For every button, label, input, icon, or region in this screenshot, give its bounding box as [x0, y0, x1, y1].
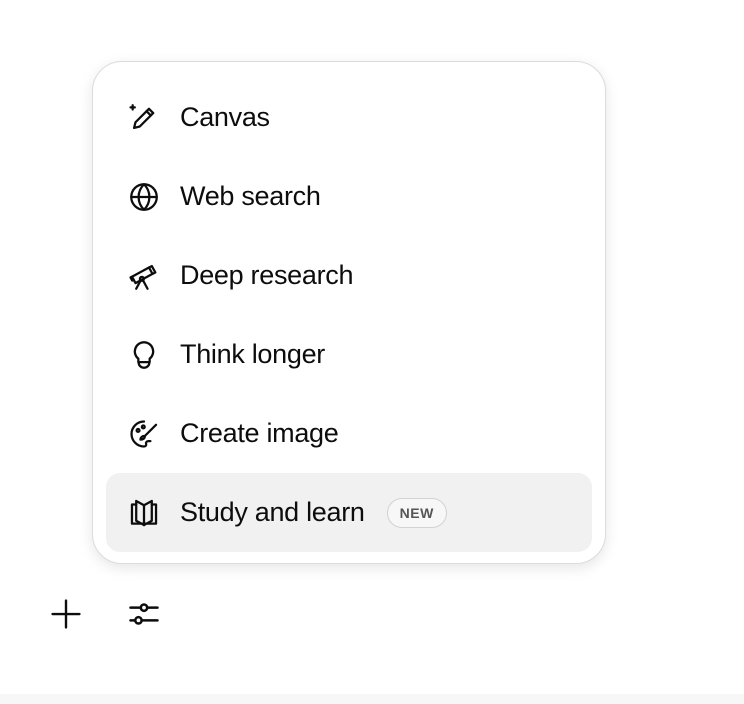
menu-item-label: Study and learn	[180, 497, 365, 527]
tools-menu: Canvas Web search Deep research Think lo…	[92, 61, 606, 564]
menu-item-label: Web search	[180, 181, 321, 211]
menu-item-label: Create image	[180, 418, 339, 448]
tools-button[interactable]	[122, 594, 166, 638]
menu-item-label: Think longer	[180, 339, 325, 369]
menu-item-think-longer[interactable]: Think longer	[106, 315, 592, 394]
menu-item-label: Canvas	[180, 102, 270, 132]
menu-item-web-search[interactable]: Web search	[106, 157, 592, 236]
menu-item-deep-research[interactable]: Deep research	[106, 236, 592, 315]
add-button[interactable]	[44, 594, 88, 638]
lightbulb-icon	[126, 337, 162, 373]
bottom-strip	[0, 694, 744, 704]
menu-item-label: Deep research	[180, 260, 354, 290]
globe-icon	[126, 179, 162, 215]
composer-toolbar	[44, 594, 166, 638]
menu-item-create-image[interactable]: Create image	[106, 394, 592, 473]
open-book-icon	[126, 495, 162, 531]
menu-item-canvas[interactable]: Canvas	[106, 78, 592, 157]
plus-icon	[47, 595, 85, 638]
telescope-icon	[126, 258, 162, 294]
new-badge: NEW	[386, 497, 447, 528]
sliders-icon	[125, 595, 163, 638]
canvas-pencil-sparkle-icon	[126, 100, 162, 136]
palette-brush-icon	[126, 416, 162, 452]
menu-item-study-and-learn[interactable]: Study and learn NEW	[106, 473, 592, 552]
